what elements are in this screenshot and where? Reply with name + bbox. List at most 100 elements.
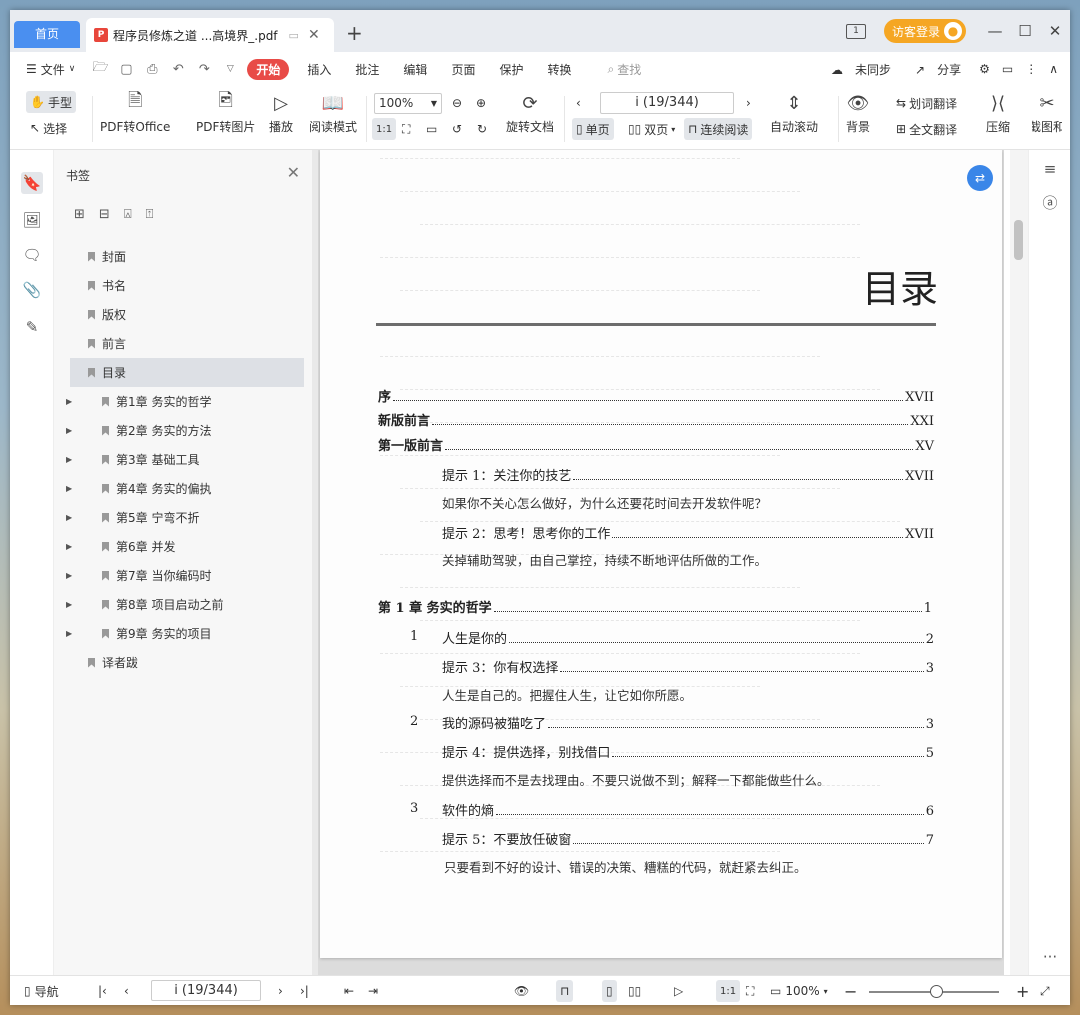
bookmark-item[interactable]: 封面 <box>54 242 312 271</box>
menu-lines-icon[interactable]: ≡ <box>1039 158 1061 180</box>
unsync-button[interactable]: ☁ 未同步 <box>825 61 897 78</box>
thumbnail-icon[interactable]: 🖼 <box>21 209 43 231</box>
next-page-icon[interactable]: › <box>742 92 755 114</box>
attachment-icon[interactable]: 📎 <box>21 279 43 301</box>
zoom-out-icon[interactable]: ⊖ <box>448 92 466 114</box>
zoom-in-icon[interactable]: + <box>1016 980 1029 1002</box>
actual-size-icon[interactable]: 1:1 <box>716 980 741 1002</box>
expand-arrow-icon[interactable]: ▶ <box>66 426 72 435</box>
menu-page[interactable]: 页面 <box>451 61 475 78</box>
toc-entry[interactable]: 软件的熵 6 <box>442 800 934 819</box>
menu-annotate[interactable]: 批注 <box>355 61 379 78</box>
zoom-select[interactable]: ▭ 100% ▾ <box>770 980 828 1002</box>
rotate-left-icon[interactable]: ↺ <box>448 118 466 140</box>
redo-icon[interactable]: ↷ <box>191 62 217 77</box>
expand-arrow-icon[interactable]: ▶ <box>66 542 72 551</box>
next-page-icon[interactable]: › <box>278 980 283 1002</box>
more-dropdown-icon[interactable]: ▽ <box>217 64 243 74</box>
toc-entry[interactable]: 提示 4：提供选择，别找借口 5 <box>442 742 934 761</box>
toc-entry[interactable]: 提示 5：不要放任破窗 7 <box>442 829 934 848</box>
actual-size-icon[interactable]: 1:1 <box>372 118 397 140</box>
feedback-icon[interactable]: ▭ <box>1002 62 1013 76</box>
last-page-icon[interactable]: ›| <box>300 980 309 1002</box>
compress-button[interactable]: ⟩⟨ 压缩 <box>986 88 1010 135</box>
collapse-ribbon-icon[interactable]: ∧ <box>1049 62 1058 76</box>
pdf-to-image-button[interactable]: 🖻 PDF转图片 <box>196 88 255 135</box>
zoom-select[interactable]: 100% ▼ <box>374 93 442 114</box>
back-icon[interactable]: ⇤ <box>344 980 354 1002</box>
first-page-icon[interactable]: |‹ <box>98 980 107 1002</box>
bookmark-item[interactable]: ▶ 第3章 基础工具 <box>54 445 312 474</box>
toc-entry[interactable]: 人生是你的 2 <box>442 628 934 647</box>
close-tab-icon[interactable]: ✕ <box>308 27 320 43</box>
bookmark-item[interactable]: ▶ 第8章 项目启动之前 <box>54 590 312 619</box>
signature-icon[interactable]: ✎ <box>21 316 43 338</box>
zoom-in-icon[interactable]: ⊕ <box>472 92 490 114</box>
menu-start[interactable]: 开始 <box>247 58 290 80</box>
toc-entry[interactable]: 提示 2：思考！思考你的工作 XVII <box>442 523 934 542</box>
page-number-input[interactable]: i (19/344) <box>600 92 734 114</box>
word-translate-button[interactable]: ⇆ 划词翻译 <box>892 92 961 114</box>
fit-width-icon[interactable]: ▭ <box>422 118 441 140</box>
play-button[interactable]: ▷ 播放 <box>269 88 293 135</box>
expand-arrow-icon[interactable]: ▶ <box>66 455 72 464</box>
expand-arrow-icon[interactable]: ▶ <box>66 629 72 638</box>
bookmark-item[interactable]: 前言 <box>54 329 312 358</box>
undo-icon[interactable]: ↶ <box>165 62 191 77</box>
reading-mode-button[interactable]: 📖 阅读模式 <box>309 88 357 135</box>
add-bookmark-icon[interactable]: ⊞ <box>74 207 85 222</box>
ai-assist-icon[interactable]: ⓐ <box>1039 192 1061 214</box>
fullscreen-icon[interactable]: ⤢ <box>1040 980 1050 1002</box>
toc-entry[interactable]: 提示 3：你有权选择 3 <box>442 657 934 676</box>
toc-entry[interactable]: 序 XVII <box>378 386 934 405</box>
close-window-button[interactable]: ✕ <box>1040 22 1070 40</box>
settings-icon[interactable]: ⚙ <box>979 62 990 76</box>
maximize-button[interactable]: ☐ <box>1010 22 1040 40</box>
menu-protect[interactable]: 保护 <box>499 61 523 78</box>
window-switch-icon[interactable]: 1 <box>845 23 866 39</box>
single-page-button[interactable]: ▯ 单页 <box>572 118 614 140</box>
screenshot-button[interactable]: ✂ 截图和 <box>1032 88 1062 135</box>
forward-icon[interactable]: ⇥ <box>368 980 378 1002</box>
full-translate-button[interactable]: ⊞ 全文翻译 <box>892 118 961 140</box>
share-button[interactable]: ↗ 分享 <box>909 61 967 78</box>
bookmark-item[interactable]: 版权 <box>54 300 312 329</box>
tab-window-icon[interactable]: ▭ <box>289 29 299 42</box>
status-page-input[interactable]: i (19/344) <box>151 980 261 1001</box>
scroll-thumb[interactable] <box>1014 220 1023 260</box>
expand-arrow-icon[interactable]: ▶ <box>66 600 72 609</box>
expand-arrow-icon[interactable]: ▶ <box>66 397 72 406</box>
guest-login-button[interactable]: 访客登录 ● <box>883 19 966 43</box>
menu-insert[interactable]: 插入 <box>307 61 331 78</box>
tab-document[interactable]: P 程序员修炼之道 ...高境界_.pdf ▭ ✕ <box>86 18 334 52</box>
bookmark-item[interactable]: 书名 <box>54 271 312 300</box>
zoom-slider-knob[interactable] <box>930 985 943 998</box>
open-folder-icon[interactable]: 🗁 <box>87 58 113 80</box>
bookmark-panel-icon[interactable]: 🔖 <box>21 172 43 194</box>
bookmark-item[interactable]: ▶ 第2章 务实的方法 <box>54 416 312 445</box>
navigation-button[interactable]: ▯ 导航 <box>24 980 59 1002</box>
bookmark-item[interactable]: 目录 <box>70 358 304 387</box>
save-icon[interactable]: ▢ <box>113 62 139 77</box>
floating-convert-icon[interactable]: ⇄ <box>967 165 993 191</box>
comment-icon[interactable]: 🗨 <box>21 244 43 266</box>
bookmark-item[interactable]: 译者跋 <box>54 648 312 677</box>
expand-arrow-icon[interactable]: ▶ <box>66 571 72 580</box>
toc-entry[interactable]: 第 1 章 务实的哲学 1 <box>378 597 932 616</box>
play-icon[interactable]: ▷ <box>674 980 683 1002</box>
hand-tool-button[interactable]: ✋ 手型 <box>26 91 76 113</box>
print-icon[interactable]: ⎙ <box>139 62 165 77</box>
toc-entry[interactable]: 第一版前言 XV <box>378 435 934 454</box>
bookmark-item[interactable]: ▶ 第6章 并发 <box>54 532 312 561</box>
eye-icon[interactable]: 👁 <box>514 980 529 1002</box>
fit-page-icon[interactable]: ⛶ <box>746 980 754 1002</box>
vertical-scrollbar[interactable] <box>1010 150 1028 975</box>
search-box[interactable]: ⌕ 查找 <box>607 61 641 78</box>
continuous-read-button[interactable]: ⊓ 连续阅读 <box>684 118 753 140</box>
bookmark-item[interactable]: ▶ 第5章 宁弯不折 <box>54 503 312 532</box>
bookmark-item[interactable]: ▶ 第9章 务实的项目 <box>54 619 312 648</box>
minimize-button[interactable]: — <box>980 22 1010 40</box>
expand-arrow-icon[interactable]: ▶ <box>66 484 72 493</box>
toc-entry[interactable]: 提示 1：关注你的技艺 XVII <box>442 465 934 484</box>
background-button[interactable]: 👁 背景 <box>846 88 870 135</box>
